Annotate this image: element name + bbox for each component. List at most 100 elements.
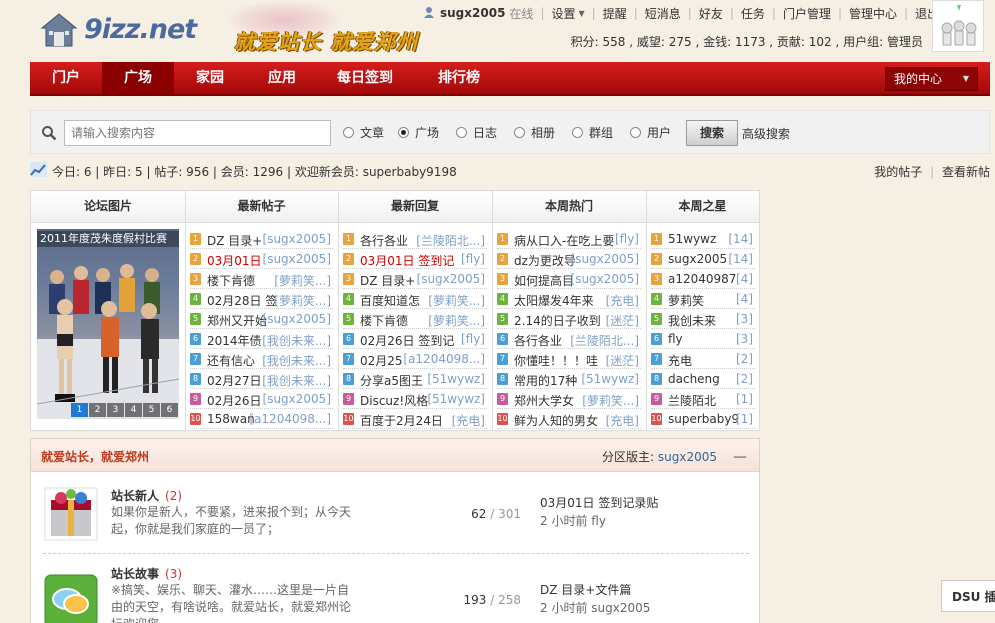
view-new-posts-link[interactable]: 查看新帖: [942, 165, 990, 179]
item-author-link[interactable]: [4]: [736, 272, 753, 286]
item-title-link[interactable]: 郑州又开始: [207, 312, 267, 328]
item-author-link[interactable]: [fly]: [615, 232, 639, 246]
item-author-link[interactable]: [3]: [736, 332, 753, 346]
item-title-link[interactable]: 病从口入-在吃上要: [514, 232, 614, 248]
item-author-link[interactable]: [14]: [728, 252, 753, 266]
messages-link[interactable]: 短消息: [645, 5, 681, 22]
item-author-link[interactable]: [sugx2005]: [417, 272, 485, 286]
advanced-search-link[interactable]: 高级搜索: [742, 125, 790, 142]
last-post-user[interactable]: sugx2005: [591, 601, 650, 615]
item-title-link[interactable]: 鲜为人知的男女: [514, 412, 598, 428]
item-title-link[interactable]: 还有信心: [207, 352, 255, 368]
item-author-link[interactable]: [51wywz]: [427, 392, 485, 406]
site-logo[interactable]: 9izz.net 就爱站长 就爱郑州: [34, 0, 444, 54]
username-link[interactable]: sugx2005: [440, 6, 505, 20]
item-title-link[interactable]: superbaby9: [668, 412, 739, 426]
item-title-link[interactable]: 各行各业: [360, 232, 408, 248]
item-author-link[interactable]: [sugx2005]: [263, 252, 331, 266]
item-author-link[interactable]: [sugx2005]: [263, 232, 331, 246]
item-title-link[interactable]: DZ 目录+: [207, 232, 262, 248]
item-author-link[interactable]: [sugx2005]: [263, 392, 331, 406]
item-author-link[interactable]: [充电]: [606, 292, 639, 308]
search-button[interactable]: 搜索: [686, 120, 738, 146]
reminder-link[interactable]: 提醒: [603, 5, 627, 22]
item-author-link[interactable]: [萝莉笑...]: [582, 392, 639, 408]
search-type-user[interactable]: 用户: [630, 124, 671, 141]
item-author-link[interactable]: [1]: [736, 392, 753, 406]
search-input[interactable]: [64, 120, 331, 146]
item-title-link[interactable]: 51wywz: [668, 232, 716, 246]
item-author-link[interactable]: [fly]: [461, 252, 485, 266]
item-author-link[interactable]: [充电]: [606, 412, 639, 428]
admin-center-link[interactable]: 管理中心: [849, 5, 897, 22]
user-stats[interactable]: 积分: 558 , 威望: 275 , 金钱: 1173 , 贡献: 102 ,…: [571, 33, 923, 50]
tasks-link[interactable]: 任务: [741, 5, 765, 22]
item-author-link[interactable]: [4]: [736, 292, 753, 306]
item-author-link[interactable]: [萝莉笑...]: [274, 272, 331, 288]
item-author-link[interactable]: [萝莉笑...]: [274, 292, 331, 308]
item-author-link[interactable]: [sugx2005]: [263, 312, 331, 326]
nav-apps[interactable]: 应用: [246, 62, 318, 94]
item-author-link[interactable]: [a1204098...]: [249, 412, 331, 426]
board-story-icon[interactable]: [43, 573, 99, 623]
nav-square[interactable]: 广场: [102, 62, 174, 94]
item-author-link[interactable]: [我创未来...]: [262, 352, 331, 368]
nav-portal[interactable]: 门户: [30, 62, 102, 94]
item-title-link[interactable]: 百度于2月24日: [360, 412, 443, 428]
item-author-link[interactable]: [2]: [736, 372, 753, 386]
item-title-link[interactable]: 萝莉笑: [668, 292, 704, 308]
nav-ranking[interactable]: 排行榜: [412, 62, 506, 94]
item-title-link[interactable]: 你懂哇！！！哇: [514, 352, 598, 368]
avatar[interactable]: [932, 0, 984, 52]
last-post-user[interactable]: fly: [591, 514, 606, 528]
search-type-group[interactable]: 群组: [572, 124, 613, 141]
item-title-link[interactable]: 太阳爆发4年来: [514, 292, 594, 308]
item-author-link[interactable]: [fly]: [461, 332, 485, 346]
item-title-link[interactable]: dacheng: [668, 372, 720, 386]
item-title-link[interactable]: 分享a5图王: [360, 372, 423, 388]
nav-home[interactable]: 家园: [174, 62, 246, 94]
item-title-link[interactable]: 02月26日: [207, 392, 262, 408]
last-post-link[interactable]: DZ 目录+文件篇: [540, 583, 631, 597]
slide-page-1[interactable]: 1: [71, 403, 88, 417]
item-title-link[interactable]: 郑州大学女: [514, 392, 574, 408]
item-title-link[interactable]: 我创未来: [668, 312, 716, 328]
item-author-link[interactable]: [迷茫]: [606, 352, 639, 368]
moderator-link[interactable]: sugx2005: [658, 450, 717, 464]
collapse-icon[interactable]: —: [733, 449, 747, 465]
item-author-link[interactable]: [sugx2005]: [571, 252, 639, 266]
item-title-link[interactable]: 02月26日 签到记: [360, 332, 454, 348]
item-author-link[interactable]: [迷茫]: [606, 312, 639, 328]
item-author-link[interactable]: [sugx2005]: [571, 272, 639, 286]
item-title-link[interactable]: fly: [668, 332, 683, 346]
search-type-blog[interactable]: 日志: [456, 124, 497, 141]
settings-link[interactable]: 设置: [551, 5, 575, 22]
item-title-link[interactable]: Discuz!风格: [360, 392, 428, 408]
item-title-link[interactable]: 02月25: [360, 352, 403, 368]
portal-admin-link[interactable]: 门户管理: [783, 5, 831, 22]
item-author-link[interactable]: [我创未来...]: [262, 372, 331, 388]
item-title-link[interactable]: sugx2005: [668, 252, 727, 266]
item-title-link[interactable]: 兰陵陌北: [668, 392, 716, 408]
forum-image-slideshow[interactable]: 2011年度茂朱度假村比赛 1 2 3 4 5 6: [37, 229, 179, 419]
item-author-link[interactable]: [兰陵陌北...]: [416, 232, 485, 248]
board-newcomer-icon[interactable]: [43, 486, 99, 542]
item-title-link[interactable]: 158wan: [207, 412, 255, 426]
board-title[interactable]: 站长故事 (3): [111, 565, 182, 582]
slide-page-6[interactable]: 6: [161, 403, 178, 417]
item-title-link[interactable]: 03月01日: [207, 252, 262, 268]
my-center-dropdown[interactable]: 我的中心 ▼: [885, 67, 978, 91]
item-title-link[interactable]: 百度知道怎: [360, 292, 420, 308]
item-author-link[interactable]: [兰陵陌北...]: [570, 332, 639, 348]
item-author-link[interactable]: [51wywz]: [427, 372, 485, 386]
slide-page-3[interactable]: 3: [107, 403, 124, 417]
board-title[interactable]: 站长新人 (2): [111, 487, 182, 504]
item-title-link[interactable]: 充电: [668, 352, 692, 368]
search-type-square[interactable]: 广场: [398, 124, 439, 141]
dsu-plugin-widget[interactable]: DSU 插件: [941, 580, 995, 612]
item-title-link[interactable]: 2.14的日子收到: [514, 312, 601, 328]
item-author-link[interactable]: [a1204098...]: [403, 352, 485, 366]
item-title-link[interactable]: a12040987: [668, 272, 736, 286]
item-author-link[interactable]: [1]: [736, 412, 753, 426]
nav-checkin[interactable]: 每日签到: [318, 62, 412, 94]
